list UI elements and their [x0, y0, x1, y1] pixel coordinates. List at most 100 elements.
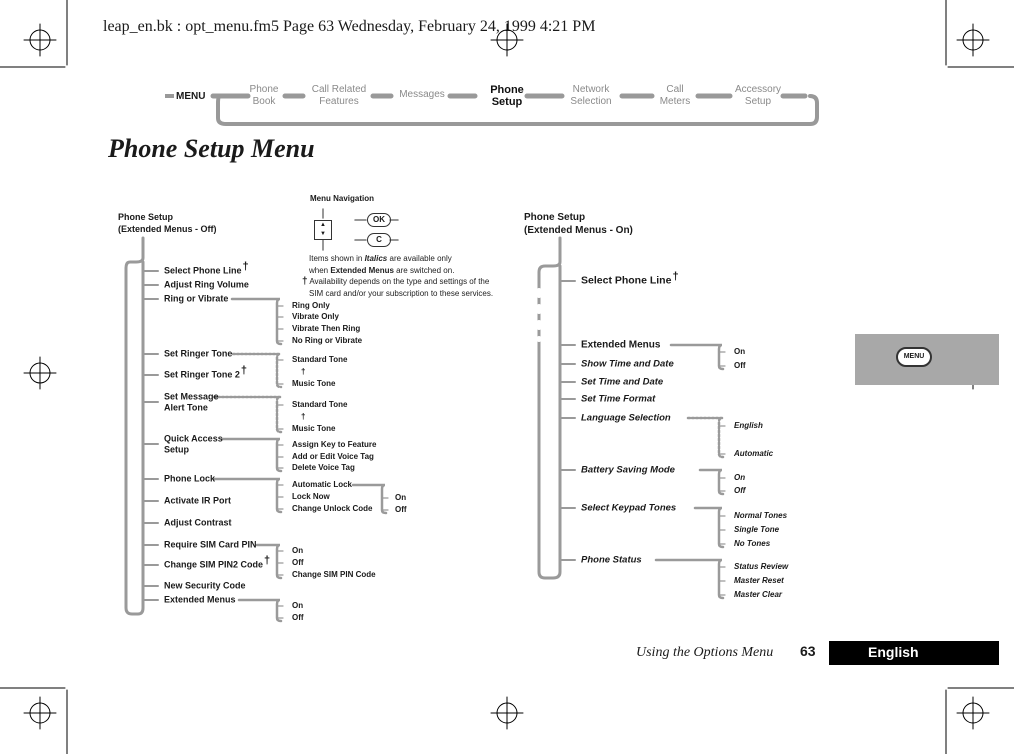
submenu-item: Normal Tones [734, 511, 788, 520]
menu-item: Extended Menus [164, 594, 236, 605]
menu-item: Select Phone Line† [581, 270, 679, 287]
menu-item: Adjust Ring Volume [164, 279, 249, 290]
legend-title: Menu Navigation [310, 194, 375, 203]
menu-item: Set Message [164, 391, 219, 402]
menu-item: Select Keypad Tones [581, 502, 677, 514]
submenu-item: Change SIM PIN Code [292, 570, 376, 579]
dagger-mark: † [242, 260, 249, 273]
submenu-item: Automatic [734, 449, 774, 458]
submenu-item: English [734, 421, 763, 430]
registration-cross [490, 696, 524, 730]
submenu-item: Assign Key to Feature [292, 440, 377, 449]
menu-item: Quick Access [164, 433, 223, 444]
dagger-mark: † [240, 364, 247, 377]
submenu-item: Music Tone [292, 379, 336, 388]
ellipsis-dots: † [301, 412, 306, 421]
footer-page-number: 63 [800, 643, 816, 659]
nav-item: Call Related Features [311, 84, 367, 107]
ok-key-icon: OK [367, 213, 391, 227]
menu-item: Show Time and Date [581, 358, 674, 370]
c-key-icon: C [367, 233, 391, 247]
submenu-item: Off [734, 361, 746, 370]
menu-item: Battery Saving Mode [581, 464, 675, 476]
menu-item: Phone Lock [164, 473, 216, 484]
dagger-mark: † [264, 554, 271, 567]
submenu-item: Vibrate Only [292, 312, 339, 321]
menu-item: Set Time and Date [581, 376, 664, 388]
submenu-item: Off [734, 486, 746, 495]
nav-item: Phone Setup [490, 84, 524, 108]
nav-item: Call Meters [659, 84, 691, 107]
submenu-item: Music Tone [292, 424, 336, 433]
footer-language-box: English [829, 641, 999, 665]
registration-cross [23, 356, 57, 390]
footer-language: English [868, 644, 919, 660]
menu-bar-icon [165, 94, 174, 99]
main-bracket [124, 236, 145, 616]
menu-item: Ring or Vibrate [164, 293, 229, 304]
registration-cross [956, 696, 990, 730]
menu-item: Change SIM PIN2 Code† [164, 554, 271, 570]
menu-item: Adjust Contrast [164, 517, 232, 528]
submenu-item: On [734, 347, 746, 356]
menu-key-icon: MENU [896, 347, 932, 367]
registration-cross [23, 696, 57, 730]
menu-item: Setup [164, 444, 190, 455]
page-title: Phone Setup Menu [108, 134, 315, 163]
submenu-item: On [395, 493, 407, 502]
submenu-item: Master Clear [734, 590, 783, 599]
sub-bracket [669, 343, 725, 371]
submenu-item: Off [395, 505, 407, 514]
main-bracket [537, 236, 562, 580]
nav-item: Phone Book [249, 84, 279, 107]
menu-item: Phone Status [581, 554, 642, 566]
submenu-item: No Ring or Vibrate [292, 336, 363, 345]
ellipsis-dots: † [301, 367, 306, 376]
menu-item: Language Selection [581, 412, 671, 424]
scroll-key-icon: ▲ ▼ [314, 220, 332, 240]
sub-bracket [230, 297, 283, 346]
submenu-item: Vibrate Then Ring [292, 324, 361, 333]
nav-menu-label: MENU [165, 91, 205, 102]
menu-item: Set Ringer Tone [164, 348, 233, 359]
submenu-item: Automatic Lock [292, 480, 353, 489]
submenu-item: Add or Edit Voice Tag [292, 452, 374, 461]
sub-bracket [220, 437, 283, 473]
sub-bracket [654, 558, 725, 600]
submenu-item: Off [292, 613, 304, 622]
menu-item: Require SIM Card PIN [164, 539, 257, 550]
submenu-item: Standard Tone [292, 400, 348, 409]
submenu-item: On [734, 473, 746, 482]
submenu-item: Standard Tone [292, 355, 348, 364]
footer-section: Using the Options Menu [636, 645, 774, 660]
registration-cross [23, 23, 57, 57]
nav-item: Accessory Setup [734, 84, 782, 107]
menu-item: Alert Tone [164, 402, 208, 413]
registration-cross [956, 23, 990, 57]
submenu-item: Status Review [734, 562, 789, 571]
submenu-item: On [292, 546, 304, 555]
submenu-item: Off [292, 558, 304, 567]
menu-item: New Security Code [164, 580, 246, 591]
submenu-item: Ring Only [292, 301, 330, 310]
menu-item: Select Phone Line† [164, 260, 249, 276]
menu-item: Set Time Format [581, 393, 656, 405]
sub-bracket [212, 395, 283, 434]
sub-bracket [693, 506, 725, 549]
menu-item: Extended Menus [581, 339, 661, 351]
menu-item: Activate IR Port [164, 495, 232, 506]
nav-item: Network Selection [570, 84, 612, 107]
submenu-item: Lock Now [292, 492, 330, 501]
submenu-item: Change Unlock Code [292, 504, 373, 513]
submenu-item: On [292, 601, 304, 610]
menu-item: Set Ringer Tone 2† [164, 364, 247, 380]
dagger-mark: † [672, 270, 679, 283]
legend-notes: Items shown in Italics are available onl… [302, 254, 494, 298]
submenu-item: Single Tone [734, 525, 780, 534]
submenu-item: No Tones [734, 539, 771, 548]
submenu-item: Master Reset [734, 576, 784, 585]
sub-bracket [686, 416, 725, 459]
side-tab: MENU [855, 334, 999, 385]
nav-item: Messages [399, 89, 445, 100]
sub-bracket [237, 598, 283, 623]
